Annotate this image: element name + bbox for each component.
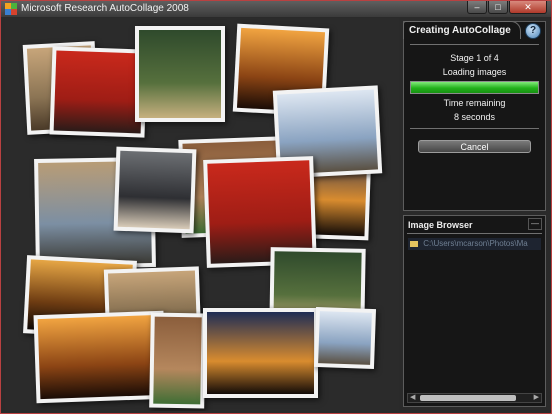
progress-panel: Creating AutoCollage ? Stage 1 of 4 Load…: [403, 21, 546, 211]
app-window: Microsoft Research AutoCollage 2008 – □ …: [0, 0, 552, 414]
folder-path: C:\Users\mcarson\Photos\Ma: [423, 239, 528, 248]
panel-title: Creating AutoCollage: [409, 25, 511, 36]
minimize-button[interactable]: –: [467, 1, 487, 14]
status-label: Loading images: [442, 67, 507, 77]
divider: [407, 233, 542, 234]
minimize-panel-button[interactable]: —: [528, 218, 542, 230]
scroll-right-icon[interactable]: ▶: [534, 393, 539, 401]
city-night-photo: [203, 308, 318, 398]
folder-icon: [410, 240, 418, 247]
collage-canvas: [5, 18, 399, 411]
scroll-left-icon[interactable]: ◀: [410, 393, 415, 401]
sunset-minaret-photo: [33, 310, 167, 404]
divider: [410, 44, 539, 45]
maximize-button[interactable]: □: [488, 1, 508, 14]
red-jersey-photo: [49, 46, 148, 138]
courtyard-plants-photo: [149, 312, 206, 409]
horizontal-scrollbar[interactable]: ◀ ▶: [407, 393, 542, 403]
divider: [410, 128, 539, 129]
snowy-mountains-photo: [313, 306, 377, 370]
app-icon: [5, 3, 17, 15]
close-button[interactable]: ✕: [509, 1, 547, 14]
progress-bar: [410, 81, 539, 94]
woman-portrait-photo: [113, 146, 197, 234]
image-browser-panel: Image Browser — C:\Users\mcarson\Photos\…: [403, 215, 546, 407]
time-value: 8 seconds: [453, 112, 496, 122]
stage-label: Stage 1 of 4: [450, 53, 499, 63]
progress-fill: [411, 82, 538, 93]
folder-path-row[interactable]: C:\Users\mcarson\Photos\Ma: [408, 238, 541, 250]
image-browser-title: Image Browser: [408, 220, 473, 230]
scroll-thumb[interactable]: [420, 395, 516, 401]
window-title: Microsoft Research AutoCollage 2008: [21, 3, 189, 14]
panel-tab: Creating AutoCollage: [403, 21, 521, 39]
help-icon[interactable]: ?: [525, 23, 541, 39]
woman-hat-photo: [135, 26, 225, 122]
cancel-button[interactable]: Cancel: [418, 140, 531, 153]
title-bar[interactable]: Microsoft Research AutoCollage 2008 – □ …: [1, 1, 551, 17]
time-label: Time remaining: [443, 98, 506, 108]
